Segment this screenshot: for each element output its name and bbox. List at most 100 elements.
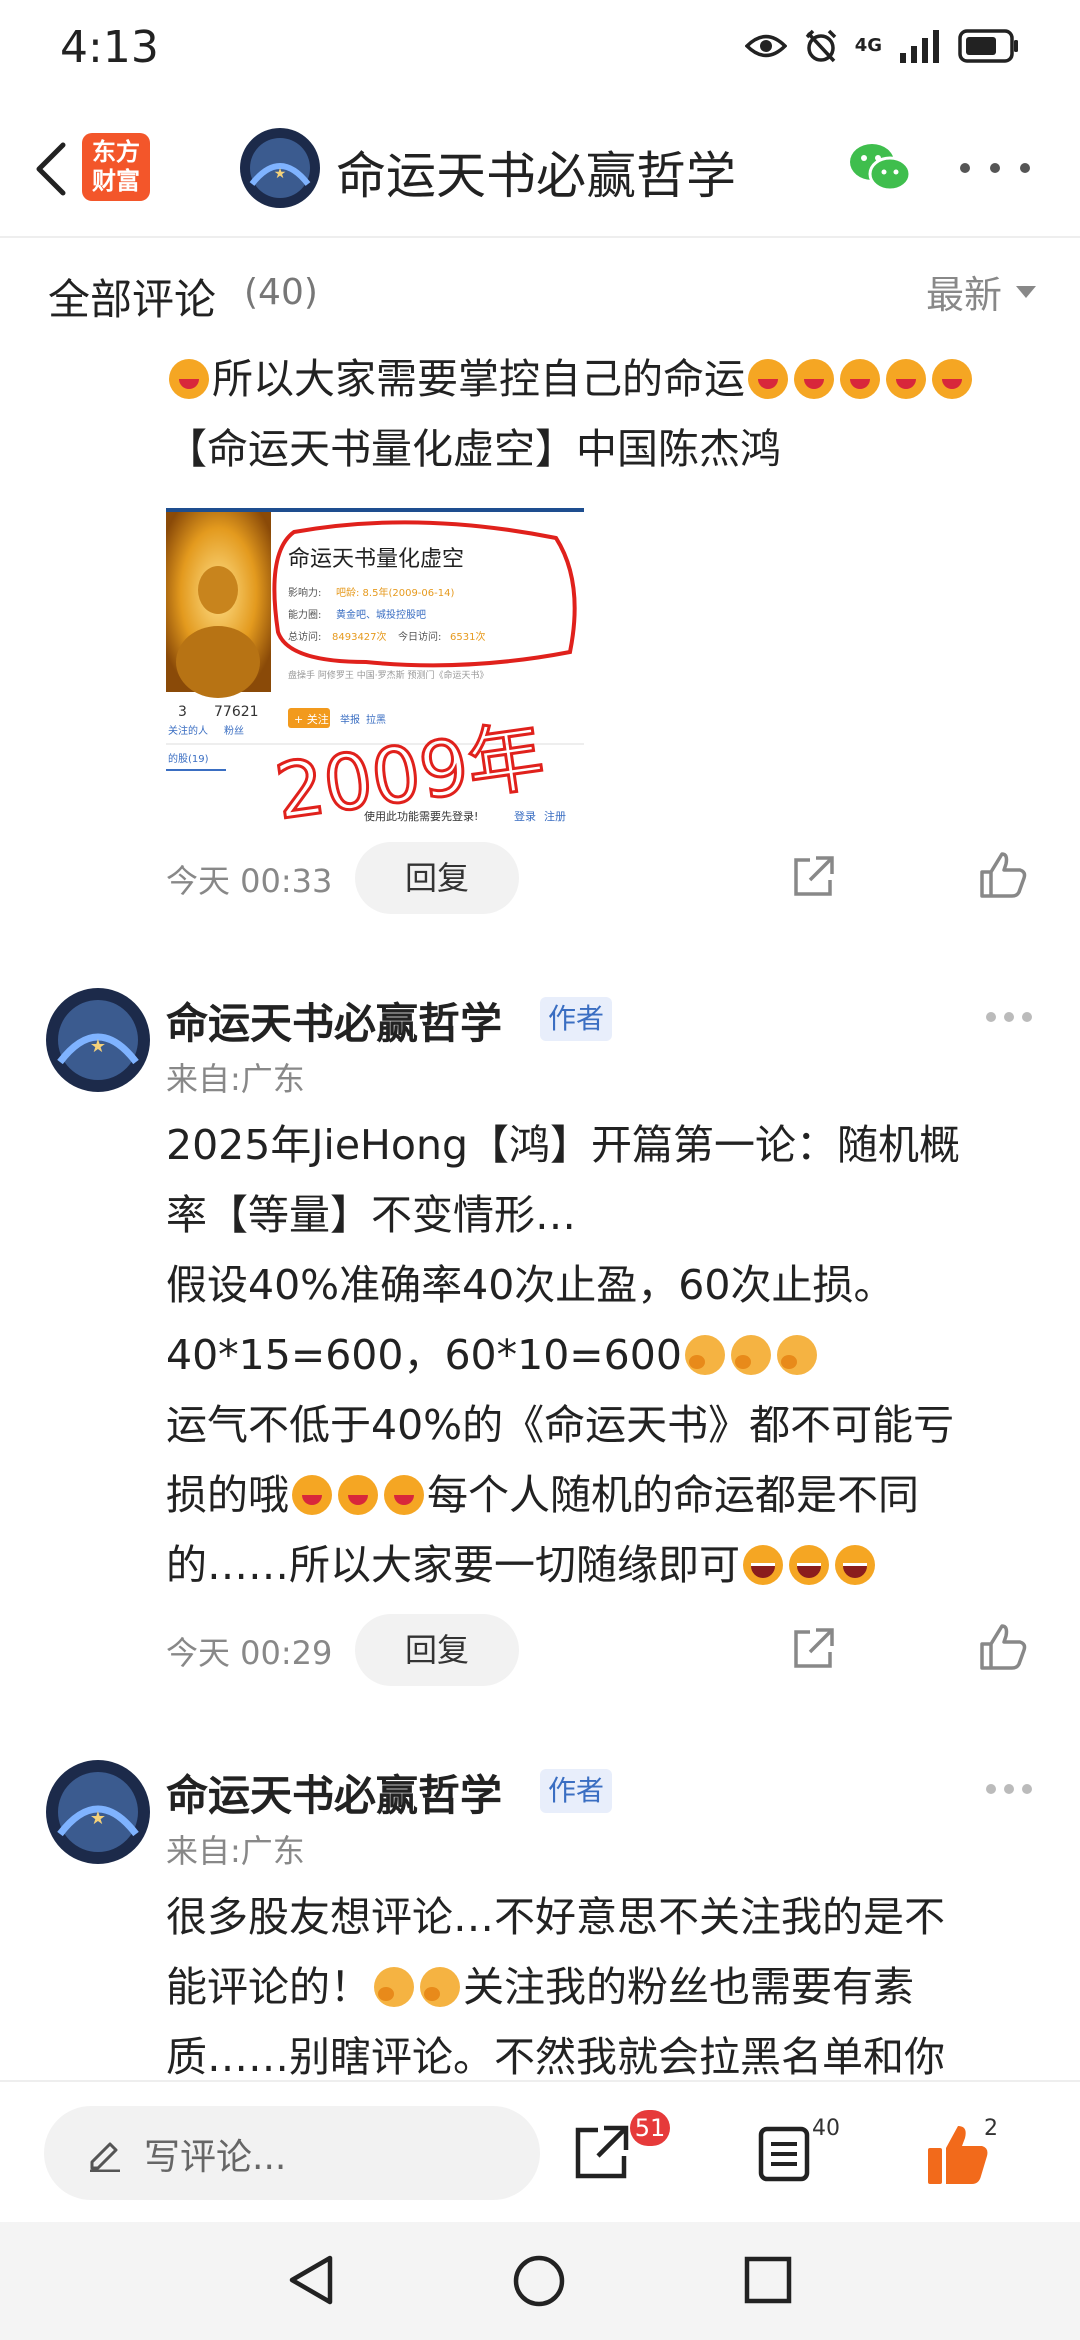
share-icon[interactable] [790,854,836,900]
sort-dropdown[interactable]: 最新 [926,264,1036,319]
handwritten-annotation: 2009年 [270,711,549,828]
pencil-icon [90,2142,120,2172]
status-icons: 4G [744,28,1020,64]
comment-location: 来自:广东 [166,1060,305,1098]
top-nav-bar: 东方财富 ★ 命运天书必赢哲学 [0,100,1080,238]
wechat-share-button[interactable] [848,140,912,196]
reply-button[interactable]: 回复 [355,842,519,914]
comment-more-button[interactable] [986,1012,1032,1024]
image-register: 注册 [544,809,566,823]
more-dot [1004,1012,1014,1022]
eastmoney-logo[interactable]: 东方财富 [82,133,150,201]
status-bar: 4:13 4G [0,0,1080,100]
system-nav-bar [0,2222,1080,2340]
comment-text: 所以大家需要掌控自己的命运 [212,355,745,403]
more-dot [986,1012,996,1022]
more-dot [990,163,1000,173]
header-avatar[interactable]: ★ [240,128,320,208]
more-dot [960,163,970,173]
comment-text-line: 所以大家需要掌控自己的命运 [166,344,975,414]
nav-recents-icon[interactable] [744,2256,792,2304]
image-bio: 盘操手 阿修罗王 中国·罗杰斯 预测门《命运天书》 [288,669,488,681]
thinking-emoji-icon [420,1967,460,2007]
thumbs-up-icon[interactable] [978,850,1028,900]
grinning-emoji-icon [835,1545,875,1585]
share-icon[interactable] [790,1626,836,1672]
comment-avatar[interactable]: ★ [46,988,150,1092]
laughing-emoji-icon [886,359,926,399]
comment-text-line: 损的哦 每个人随机的命运都是不同 [166,1460,919,1530]
thinking-emoji-icon [374,1967,414,2007]
image-today-label: 今日访问: [398,630,441,643]
laughing-emoji-icon [794,359,834,399]
grinning-emoji-icon [789,1545,829,1585]
comment-text-line: 率【等量】不变情形… [166,1191,576,1239]
laughing-emoji-icon [292,1475,332,1515]
comments-count: (40) [244,272,318,313]
comment-author[interactable]: 命运天书必赢哲学 [166,990,502,1051]
sort-label: 最新 [925,273,1002,317]
comment-text: 40*15=600，60*10=600 [166,1331,682,1379]
comment-avatar[interactable]: ★ [46,1760,150,1864]
more-dot [1022,1784,1032,1794]
more-options-button[interactable] [960,148,1030,188]
comment-list-icon[interactable] [758,2126,810,2182]
nav-home-icon[interactable] [512,2254,566,2308]
image-ability-label: 能力圈: [288,608,321,621]
battery-icon [958,29,1018,63]
page-title: 命运天书必赢哲学 [336,147,736,205]
bottom-action-bar: 写评论... 51 40 2 [0,2080,1080,2224]
share-count-badge: 51 [630,2110,670,2146]
back-button[interactable] [20,134,80,204]
image-influence-value: 吧龄: 8.5年(2009-06-14) [336,586,454,599]
author-badge: 作者 [540,997,612,1041]
comment-text-line: 【命运天书量化虚空】中国陈杰鸿 [166,425,781,473]
image-report: 举报 [340,713,360,726]
image-today-value: 6531次 [450,630,485,643]
thinking-emoji-icon [684,1335,725,1375]
comment-author[interactable]: 命运天书必赢哲学 [166,1762,502,1823]
comment-text: 损的哦 [166,1471,289,1519]
alarm-off-icon [805,29,836,63]
thumbs-up-filled-icon[interactable] [926,2122,990,2186]
thinking-emoji-icon [776,1335,817,1375]
image-influence-label: 影响力: [288,586,321,599]
image-tab: 的股(19) [168,752,209,765]
comment-text-line: 运气不低于40%的《命运天书》都不可能亏 [166,1401,955,1449]
like-count: 2 [984,2116,998,2141]
thumbs-up-icon[interactable] [978,1622,1028,1672]
comment-text-line: 能评论的！ 关注我的粉丝也需要有素 [166,1952,914,2022]
comment-text-line: 的……所以大家要一切随缘即可 [166,1530,878,1600]
more-dot [1022,1012,1032,1022]
eye-icon [744,34,787,58]
image-login: 登录 [514,809,536,823]
reply-button[interactable]: 回复 [355,1614,519,1686]
comment-text-line: 假设40%准确率40次止盈，60次止损。 [166,1261,895,1309]
avatar-image: ★ [46,988,150,1092]
wechat-icon [850,144,912,192]
comments-title: 全部评论 [48,275,217,324]
comment-text-line: 2025年JieHong【鸿】开篇第一论：随机概 [166,1121,960,1169]
comment-time: 今天 00:29 [166,1634,333,1672]
laughing-emoji-icon [169,359,209,399]
back-arrow-icon [36,142,66,196]
comment-text: 每个人随机的命运都是不同 [427,1471,919,1519]
signal-icon [900,30,939,63]
image-profile-name: 命运天书量化虚空 [288,547,464,572]
comment-image[interactable]: 命运天书量化虚空 影响力: 吧龄: 8.5年(2009-06-14) 能力圈: … [166,508,584,832]
laughing-emoji-icon [338,1475,378,1515]
nav-back-icon[interactable] [286,2254,336,2306]
share-icon[interactable] [572,2124,630,2182]
comment-text: 的……所以大家要一切随缘即可 [166,1541,740,1589]
comment-location: 来自:广东 [166,1832,305,1870]
svg-text:★: ★ [90,1036,106,1057]
comment-more-button[interactable] [986,1784,1032,1796]
laughing-emoji-icon [384,1475,424,1515]
comment-text: 能评论的！ [166,1963,371,2011]
thinking-emoji-icon [730,1335,771,1375]
image-visits-value: 8493427次 [332,630,387,643]
comment-input-placeholder: 写评论... [144,2137,287,2178]
comment-input[interactable]: 写评论... [44,2106,540,2200]
more-dot [1004,1784,1014,1794]
comment-time: 今天 00:33 [166,862,333,900]
